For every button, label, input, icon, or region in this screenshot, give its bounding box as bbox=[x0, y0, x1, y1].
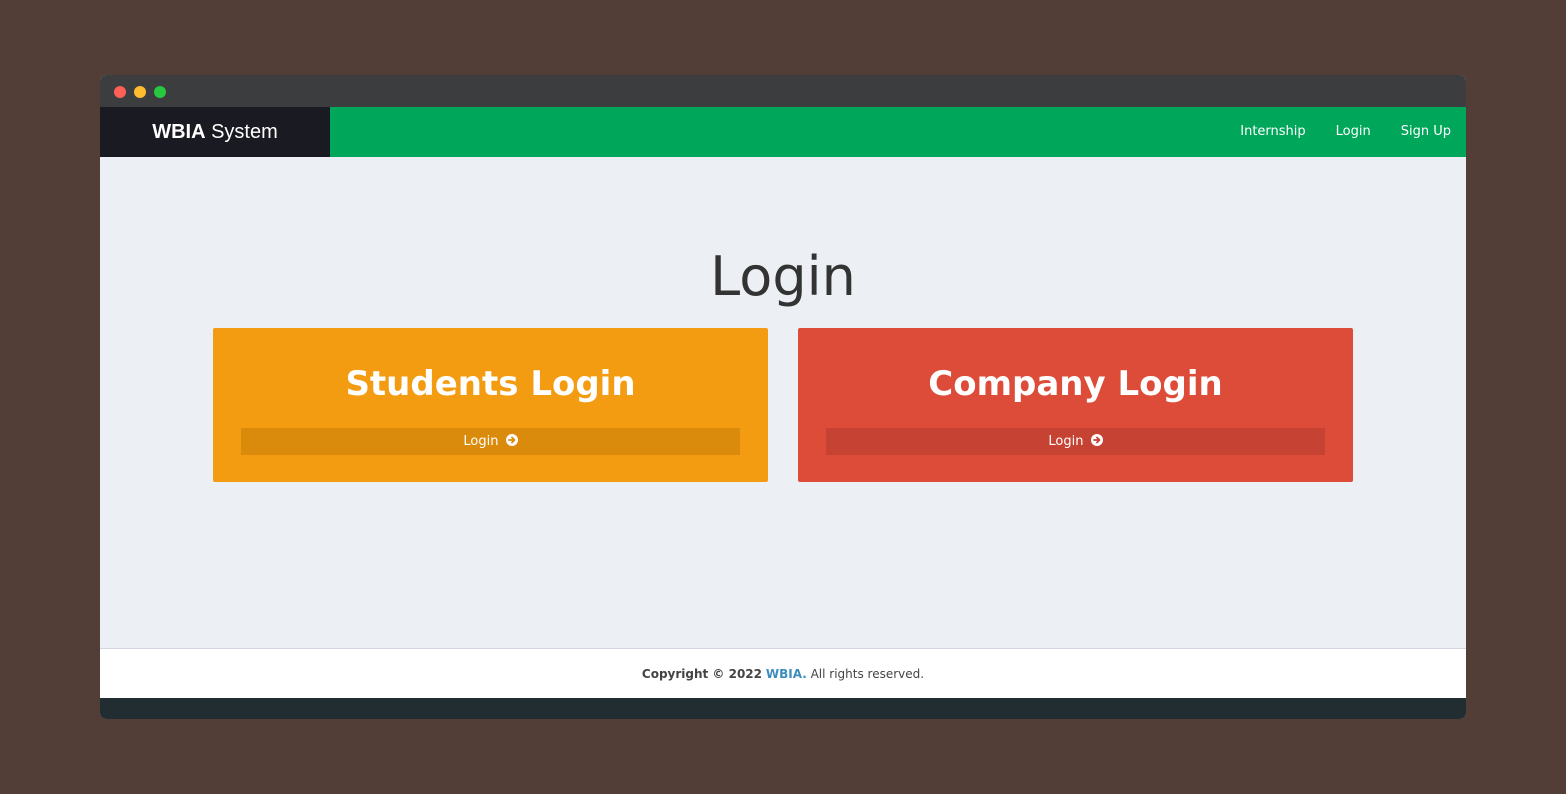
top-navbar: WBIA System Internship Login Sign Up bbox=[100, 107, 1466, 157]
students-login-button-label: Login bbox=[463, 434, 499, 449]
maximize-window-button[interactable] bbox=[154, 86, 166, 98]
nav-links: Internship Login Sign Up bbox=[1225, 107, 1466, 157]
students-login-title: Students Login bbox=[345, 364, 636, 404]
company-login-title: Company Login bbox=[928, 364, 1223, 404]
page-footer: Copyright © 2022 WBIA. All rights reserv… bbox=[100, 648, 1466, 698]
brand-logo[interactable]: WBIA System bbox=[100, 107, 330, 157]
students-login-button[interactable]: Login bbox=[241, 428, 740, 455]
company-login-card: Company Login Login bbox=[798, 328, 1353, 482]
nav-login-link[interactable]: Login bbox=[1321, 107, 1386, 157]
company-login-button-label: Login bbox=[1048, 434, 1084, 449]
close-window-button[interactable] bbox=[114, 86, 126, 98]
page-title: Login bbox=[710, 245, 856, 308]
company-login-button[interactable]: Login bbox=[826, 428, 1325, 455]
brand-rest: System bbox=[205, 121, 278, 143]
footer-brand-link[interactable]: WBIA. bbox=[766, 667, 807, 681]
window-titlebar bbox=[100, 75, 1466, 107]
students-login-card: Students Login Login bbox=[213, 328, 768, 482]
footer-rights: All rights reserved. bbox=[810, 667, 925, 681]
bottom-bar bbox=[100, 698, 1466, 719]
main-content: Login Students Login Login Company Login… bbox=[100, 157, 1466, 648]
brand-bold: WBIA bbox=[152, 121, 206, 143]
footer-copyright: Copyright © 2022 bbox=[641, 667, 763, 681]
arrow-circle-right-icon bbox=[1090, 434, 1103, 446]
browser-window: WBIA System Internship Login Sign Up Log… bbox=[100, 75, 1466, 719]
nav-signup-link[interactable]: Sign Up bbox=[1386, 107, 1466, 157]
minimize-window-button[interactable] bbox=[134, 86, 146, 98]
nav-internship-link[interactable]: Internship bbox=[1225, 107, 1320, 157]
arrow-circle-right-icon bbox=[505, 434, 518, 446]
